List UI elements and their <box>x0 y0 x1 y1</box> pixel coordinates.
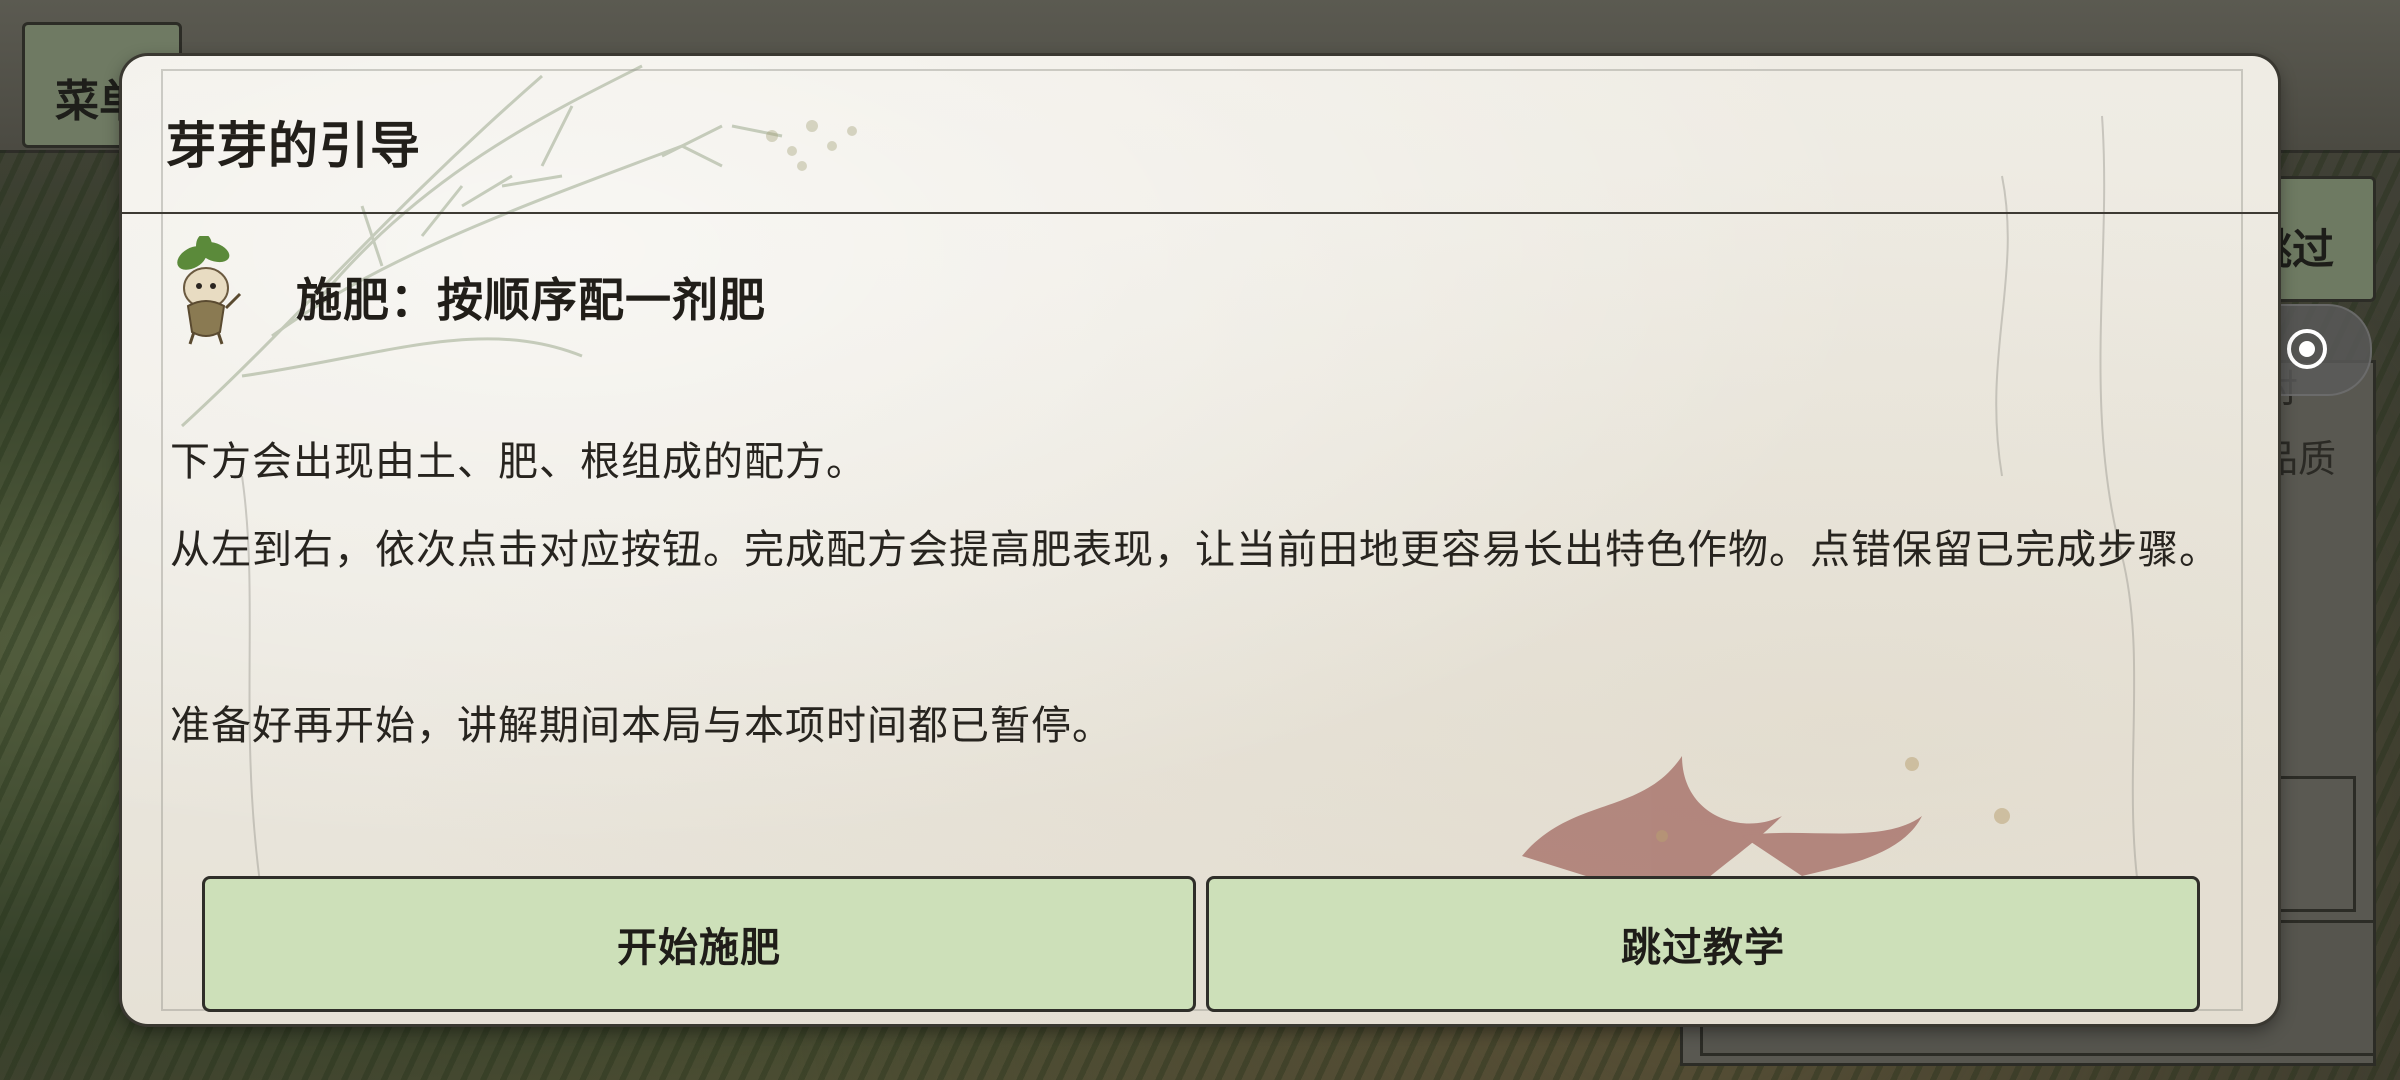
instruction-text: 下方会出现由土、肥、根组成的配方。 从左到右，依次点击对应按钮。完成配方会提高肥… <box>170 418 2240 770</box>
step-title: 施肥：按顺序配一剂肥 <box>296 273 766 327</box>
title-divider <box>122 212 2278 214</box>
tutorial-dialog: 芽芽的引导 施肥：按顺序配一剂肥 下方会出现由土、肥、根组成的配方。 从左到右，… <box>122 56 2278 1024</box>
target-close-icon[interactable] <box>2284 326 2330 372</box>
instruction-line-2: 从左到右，依次点击对应按钮。完成配方会提高肥表现，让当前田地更容易长出特色作物。… <box>170 527 2220 573</box>
instruction-line-1: 下方会出现由土、肥、根组成的配方。 <box>170 439 867 485</box>
start-fertilize-button[interactable]: 开始施肥 <box>202 876 1196 1012</box>
skip-tutorial-button[interactable]: 跳过教学 <box>1206 876 2200 1012</box>
instruction-line-3: 准备好再开始，讲解期间本局与本项时间都已暂停。 <box>170 703 1113 749</box>
sprout-mascot-icon <box>177 236 242 345</box>
dialog-title: 芽芽的引导 <box>166 117 421 175</box>
